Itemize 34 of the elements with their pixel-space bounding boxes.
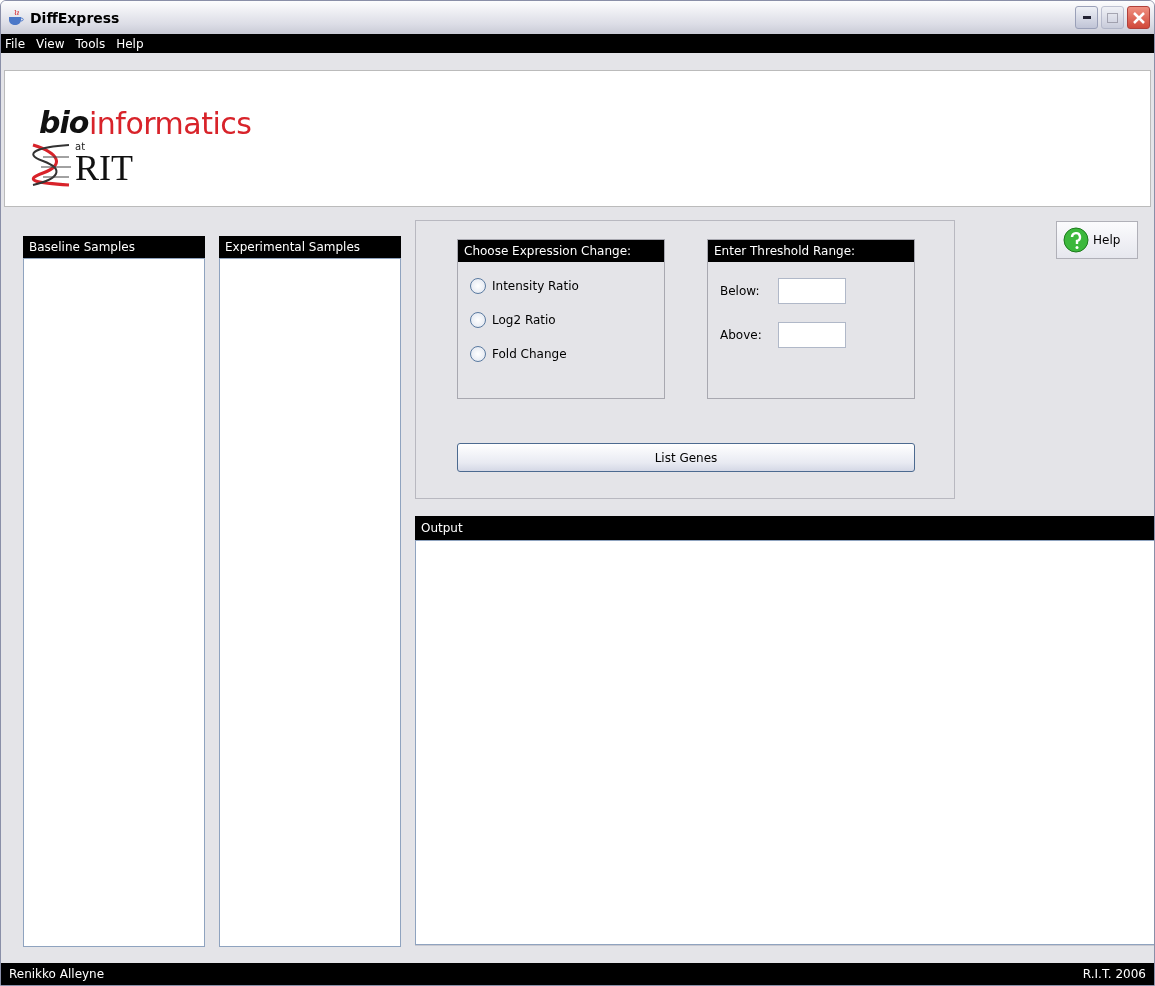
minimize-icon [1082,16,1091,19]
list-header: Baseline Samples [23,236,205,258]
field-label: Below: [720,284,761,298]
field-label: Above: [720,328,763,342]
output-header: Output [415,516,1154,540]
menu-item[interactable]: View [36,36,65,51]
group-header: Enter Threshold Range: [708,240,914,262]
coffee-cup-icon [7,8,25,27]
logo-text: at [75,140,86,152]
radio-label: Intensity Ratio [492,279,579,293]
menu-item[interactable]: Tools [75,36,106,51]
menu-item[interactable]: File [5,36,26,51]
radio-button[interactable] [470,312,486,328]
radio-button[interactable] [470,346,486,362]
radio-button[interactable] [470,278,486,294]
close-icon [1132,11,1145,24]
maximize-icon [1107,12,1118,23]
group-header: Choose Expression Change: [458,240,664,262]
minimize-button[interactable] [1075,6,1098,29]
radio-label: Fold Change [492,347,567,361]
help-button[interactable]: Help [1056,221,1138,259]
input-field[interactable] [778,278,846,304]
logo-text: bio [39,104,89,140]
window-title: DiffExpress [30,9,121,26]
radio-label: Log2 Ratio [492,313,556,327]
menu-item[interactable]: Help [116,36,144,51]
list-genes-button[interactable]: List Genes [457,443,915,472]
question-mark-icon [1063,227,1089,253]
status-text: R.I.T. 2006 [1082,967,1146,981]
list-header: Experimental Samples [219,236,401,258]
input-field[interactable] [778,322,846,348]
status-text: Renikko Alleyne [9,967,105,981]
logo-text: informatics [89,105,252,141]
close-button[interactable] [1127,6,1150,29]
